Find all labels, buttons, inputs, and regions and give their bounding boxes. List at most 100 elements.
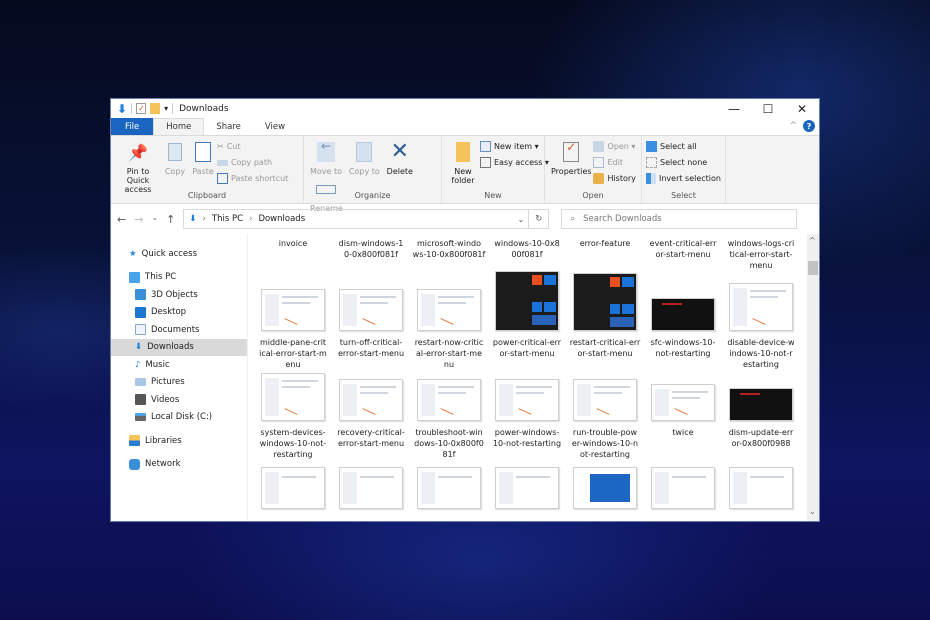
file-item-label[interactable]: invoice [256,238,330,249]
file-thumbnail[interactable] [261,289,325,331]
file-thumbnail[interactable] [651,298,715,331]
collapse-ribbon-icon[interactable]: ^ [789,121,797,131]
tab-share[interactable]: Share [204,118,253,135]
file-item-label[interactable]: system-devices- windows-10-not- restarti… [256,427,330,460]
history-button[interactable]: History [593,172,636,185]
file-item-label[interactable]: power-windows- 10-not-restarting [490,427,564,449]
sidebar-item-downloads[interactable]: ⬇ Downloads [111,338,247,356]
file-item-label[interactable]: windows-10-0x8 00f081f [490,238,564,260]
file-item-label[interactable]: turn-off-critical- error-start-menu [334,337,408,359]
file-thumbnail[interactable] [573,273,637,331]
file-thumbnail[interactable] [573,467,637,509]
back-arrow-icon[interactable]: ← [117,213,126,226]
select-none-button[interactable]: Select none [646,156,721,169]
file-thumbnail[interactable] [729,467,793,509]
file-thumbnail[interactable] [495,467,559,509]
download-arrow-icon[interactable]: ⬇ [117,102,127,116]
customize-toolbar-icon[interactable]: ▾ [164,104,168,113]
file-thumbnail[interactable] [495,271,559,331]
scroll-up-icon[interactable]: ^ [809,236,816,245]
file-item-label[interactable]: error-feature [568,238,642,249]
copy-path-button[interactable]: Copy path [217,156,288,169]
file-thumbnail[interactable] [417,289,481,331]
file-item-label[interactable]: restart-critical-err or-start-menu [568,337,642,359]
file-item-label[interactable]: dism-update-err or-0x800f0988 [724,427,798,449]
file-item-label[interactable]: windows-logs-cri tical-error-start- menu [724,238,798,271]
help-icon[interactable]: ? [803,120,815,132]
address-dropdown-icon[interactable]: ⌄ [518,215,525,224]
sidebar-item-this-pc[interactable]: This PC [111,269,247,287]
tab-file[interactable]: File [111,118,154,135]
file-item-label[interactable]: restart-now-critic al-error-start-me nu [412,337,486,370]
open-button[interactable]: Open ▾ [593,140,635,153]
file-thumbnail[interactable] [417,379,481,421]
refresh-icon[interactable]: ↻ [528,210,548,228]
breadcrumb-downloads[interactable]: Downloads [258,214,305,224]
tab-view[interactable]: View [253,118,297,135]
scrollbar-thumb[interactable] [808,261,818,275]
forward-arrow-icon[interactable]: → [134,213,143,226]
file-thumbnail[interactable] [339,289,403,331]
invert-selection-button[interactable]: Invert selection [646,172,721,185]
properties-quick-icon[interactable]: ✓ [136,103,147,114]
file-item-label[interactable]: middle-pane-crit ical-error-start-m enu [256,337,330,370]
file-item-label[interactable]: recovery-critical- error-start-menu [334,427,408,449]
sidebar-item-3d-objects[interactable]: 3D Objects [111,286,247,304]
select-all-icon [646,141,657,152]
vertical-scrollbar[interactable]: ^ ⌄ [807,234,819,521]
sidebar-item-libraries[interactable]: Libraries [111,432,247,450]
file-thumbnail[interactable] [495,379,559,421]
new-item-button[interactable]: New item ▾ [480,140,549,153]
file-grid: ^ ⌄ invoice dism-windows-1 0-0x800f081f mi… [248,234,819,521]
move-to-button[interactable]: ← Move to [308,139,344,176]
file-thumbnail[interactable] [339,379,403,421]
sidebar-item-quick-access[interactable]: ★ Quick access [111,245,247,263]
close-button[interactable]: ✕ [785,99,819,118]
maximize-button[interactable]: ☐ [751,99,785,118]
file-thumbnail[interactable] [261,467,325,509]
breadcrumb-this-pc[interactable]: This PC [212,214,243,224]
sidebar-item-videos[interactable]: Videos [111,391,247,409]
file-thumbnail[interactable] [651,384,715,421]
scroll-down-icon[interactable]: ⌄ [809,507,816,516]
sidebar-item-desktop[interactable]: Desktop [111,304,247,322]
minimize-button[interactable]: — [717,99,751,118]
file-thumbnail[interactable] [417,467,481,509]
sidebar-item-network[interactable]: Network [111,456,247,474]
file-thumbnail[interactable] [573,379,637,421]
file-item-label[interactable]: troubleshoot-win dows-10-0x800f0 81f [412,427,486,460]
tab-home[interactable]: Home [153,118,205,135]
delete-button[interactable]: ✕ Delete [385,139,415,177]
file-item-label[interactable]: sfc-windows-10- not-restarting [646,337,720,359]
sidebar-item-local-disk[interactable]: Local Disk (C:) [111,409,247,427]
file-item-label[interactable]: twice [646,427,720,438]
file-item-label[interactable]: dism-windows-1 0-0x800f081f [334,238,408,260]
sidebar-item-pictures[interactable]: Pictures [111,374,247,392]
file-item-label[interactable]: power-critical-err or-start-menu [490,337,564,359]
paste-shortcut-button[interactable]: Paste shortcut [217,172,288,185]
up-arrow-icon[interactable]: ↑ [166,213,175,226]
select-all-button[interactable]: Select all [646,140,721,153]
file-thumbnail[interactable] [261,373,325,421]
file-item-label[interactable]: disable-device-w indows-10-not-r estarti… [724,337,798,370]
cut-button[interactable]: ✂ Cut [217,140,288,153]
address-bar[interactable]: ⬇ › This PC › Downloads ⌄ ↻ [183,209,550,229]
new-folder-quick-icon[interactable] [150,103,161,114]
file-thumbnail[interactable] [729,388,793,421]
desktop-icon [135,306,146,318]
sidebar-item-music[interactable]: ♪ Music [111,356,247,374]
edit-button[interactable]: Edit [593,156,635,169]
easy-access-button[interactable]: Easy access ▾ [480,156,549,169]
file-thumbnail[interactable] [729,283,793,331]
new-group-label: New [484,191,502,200]
sidebar-item-documents[interactable]: Documents [111,321,247,339]
file-item-label[interactable]: event-critical-err or-start-menu [646,238,720,260]
copy-to-button[interactable]: Copy to [347,139,382,176]
file-item-label[interactable]: microsoft-windo ws-10-0x800f081f [412,238,486,260]
search-input[interactable]: ⌕ Search Downloads [561,209,798,229]
file-thumbnail[interactable] [651,467,715,509]
file-item-label[interactable]: run-trouble-pow er-windows-10-n ot-resta… [568,427,642,460]
separator [131,103,133,114]
recent-locations-icon[interactable]: ⌄ [151,213,158,226]
file-thumbnail[interactable] [339,467,403,509]
